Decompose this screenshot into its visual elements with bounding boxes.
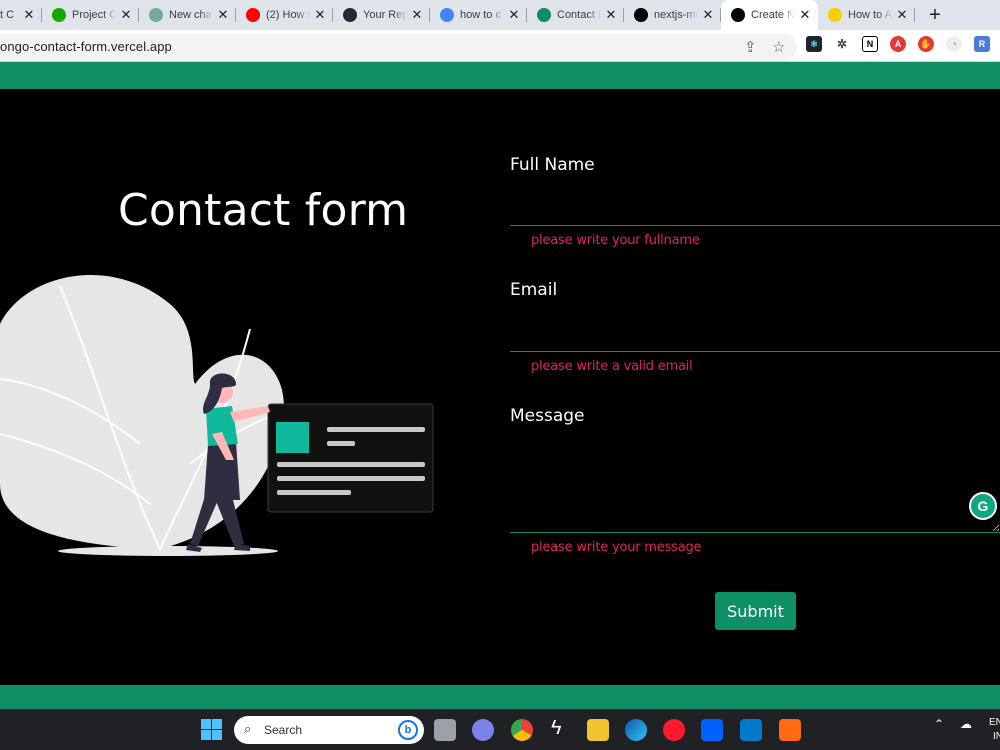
react-devtools-icon[interactable]: ⚛ xyxy=(806,36,822,52)
search-placeholder: Search xyxy=(264,723,303,737)
extension-icon[interactable]: ◔ xyxy=(946,36,962,52)
task-view-icon[interactable] xyxy=(434,719,456,741)
browser-tab[interactable]: Create Ne✕ xyxy=(721,0,818,30)
fullname-error: please write your fullname xyxy=(531,233,700,248)
bottom-band xyxy=(0,685,1000,709)
grammarly-icon[interactable]: G xyxy=(969,492,997,520)
page-title: Contact form xyxy=(118,185,409,236)
tab-title: (2) How t xyxy=(266,9,310,21)
notion-icon[interactable]: N xyxy=(862,36,878,52)
new-tab-button[interactable]: + xyxy=(915,0,955,30)
taskbar-search[interactable]: ⌕ Search b xyxy=(234,716,424,744)
browser-tab[interactable]: how to c ✕ xyxy=(430,0,527,30)
file-explorer-icon[interactable] xyxy=(587,719,609,741)
teams-icon[interactable] xyxy=(472,719,494,741)
browser-chrome: t C ✕ Project C ✕ New chat ✕ (2) How t ✕ Your Re… xyxy=(0,0,1000,62)
contact-page: Contact form Full Name please write your… xyxy=(0,62,1000,709)
language-indicator[interactable]: EN xyxy=(989,717,1000,728)
top-band xyxy=(0,62,1000,89)
close-icon[interactable]: ✕ xyxy=(895,7,909,23)
close-icon[interactable]: ✕ xyxy=(507,7,521,23)
vercel-icon xyxy=(731,8,745,22)
search-icon: ⌕ xyxy=(244,721,252,736)
edge-icon[interactable] xyxy=(625,719,647,741)
email-input[interactable] xyxy=(510,316,1000,352)
tab-title: t C xyxy=(0,9,15,21)
tab-title: Your Rep xyxy=(363,9,407,21)
browser-tab[interactable]: Project C ✕ xyxy=(42,0,139,30)
browser-tab[interactable]: nextjs-mo ✕ xyxy=(624,0,721,30)
close-icon[interactable]: ✕ xyxy=(798,7,812,23)
onedrive-icon[interactable]: ☁ xyxy=(960,717,972,731)
tab-strip: t C ✕ Project C ✕ New chat ✕ (2) How t ✕ Your Re… xyxy=(0,0,1000,30)
submit-button[interactable]: Submit xyxy=(715,592,796,630)
omnibox[interactable]: ongo-contact-form.vercel.app ⇪ ☆ xyxy=(0,34,797,60)
share-icon[interactable]: ⇪ xyxy=(744,38,757,56)
browser-tab[interactable]: How to A ✕ xyxy=(818,0,915,30)
browser-tab[interactable]: (2) How t ✕ xyxy=(236,0,333,30)
tab-title: Project C xyxy=(72,9,116,21)
dropbox-icon[interactable] xyxy=(701,719,723,741)
google-icon xyxy=(440,8,454,22)
chrome-icon[interactable] xyxy=(511,719,533,741)
message-error: please write your message xyxy=(531,540,702,555)
tab-title: Create Ne xyxy=(751,9,795,21)
fullname-input[interactable] xyxy=(510,190,1000,226)
adblock-icon[interactable]: A xyxy=(890,36,906,52)
close-icon[interactable]: ✕ xyxy=(604,7,618,23)
w-icon xyxy=(828,8,842,22)
tab-title: Contact F xyxy=(557,9,601,21)
ublock-icon[interactable]: ✋ xyxy=(918,36,934,52)
upwork-icon xyxy=(52,8,66,22)
contact-icon xyxy=(537,8,551,22)
youtube-icon xyxy=(246,8,260,22)
chatgpt-icon xyxy=(149,8,163,22)
bing-icon[interactable]: b xyxy=(398,720,418,740)
message-label: Message xyxy=(510,406,585,426)
email-label: Email xyxy=(510,280,558,300)
star-icon[interactable]: ☆ xyxy=(772,38,785,56)
close-icon[interactable]: ✕ xyxy=(410,7,424,23)
vercel-icon xyxy=(634,8,648,22)
windows-taskbar: ⌕ Search b ϟ ⌃ ☁ EN IN xyxy=(0,709,1000,750)
tray-chevron-icon[interactable]: ⌃ xyxy=(934,717,944,731)
github-icon xyxy=(343,8,357,22)
tab-title: How to A xyxy=(848,9,892,21)
language-sub: IN xyxy=(993,731,1000,742)
message-textarea[interactable] xyxy=(510,440,1000,533)
tab-title: New chat xyxy=(169,9,213,21)
close-icon[interactable]: ✕ xyxy=(216,7,230,23)
address-bar: ongo-contact-form.vercel.app ⇪ ☆ ⚛ ✲ N A… xyxy=(0,30,1000,62)
windows-start-icon[interactable] xyxy=(201,719,222,740)
bolt-icon[interactable]: ϟ xyxy=(551,717,562,740)
close-icon[interactable]: ✕ xyxy=(313,7,327,23)
bug-icon[interactable]: ✲ xyxy=(834,36,850,52)
vscode-icon[interactable] xyxy=(740,719,762,741)
tab-title: how to c xyxy=(460,9,501,21)
opera-icon[interactable] xyxy=(663,719,685,741)
browser-tab[interactable]: Your Rep ✕ xyxy=(333,0,430,30)
browser-tab[interactable]: t C ✕ xyxy=(0,0,42,30)
url-text[interactable]: ongo-contact-form.vercel.app xyxy=(0,39,172,54)
close-icon[interactable]: ✕ xyxy=(701,7,715,23)
r-extension-icon[interactable]: R xyxy=(974,36,990,52)
close-icon[interactable]: ✕ xyxy=(22,7,36,23)
browser-tab[interactable]: Contact F ✕ xyxy=(527,0,624,30)
fullname-label: Full Name xyxy=(510,155,595,175)
tab-title: nextjs-mo xyxy=(654,9,698,21)
contact-illustration xyxy=(0,275,434,556)
app-icon[interactable] xyxy=(779,719,801,741)
browser-tab[interactable]: New chat ✕ xyxy=(139,0,236,30)
close-icon[interactable]: ✕ xyxy=(119,7,133,23)
email-error: please write a valid email xyxy=(531,359,693,374)
